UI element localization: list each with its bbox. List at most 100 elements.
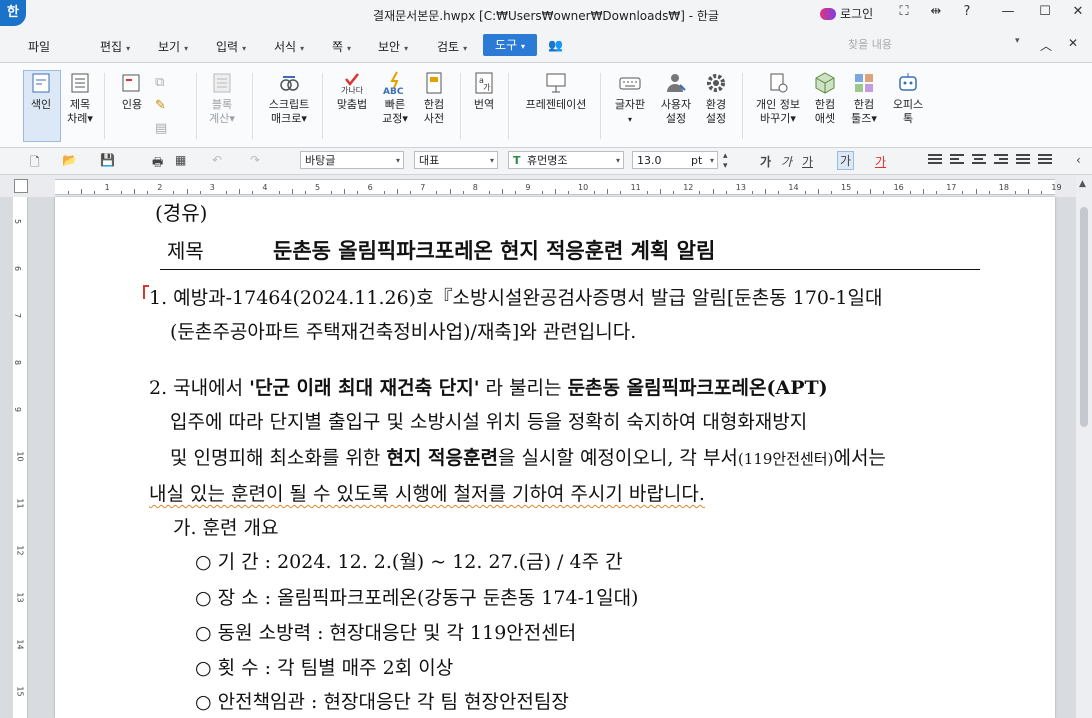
- ruler-tick: [594, 191, 596, 194]
- size-stepper-icon[interactable]: ▴ ▾: [723, 151, 728, 171]
- ruler-number: 14: [788, 183, 799, 192]
- vruler-number: 12: [15, 545, 25, 556]
- script-macro-icon: [280, 76, 299, 91]
- help-icon[interactable]: ?: [956, 4, 978, 19]
- align-center-icon[interactable]: [972, 154, 986, 166]
- menu-tools-active[interactable]: 도구 ▾: [483, 34, 537, 56]
- print-icon[interactable]: 🖶: [152, 153, 163, 174]
- close-button[interactable]: ✕: [1067, 4, 1089, 19]
- tab-type-toggle[interactable]: [14, 179, 28, 193]
- ruler-tick: [120, 191, 122, 194]
- preview-icon[interactable]: ▦: [175, 153, 186, 167]
- script-macro-button[interactable]: 스크립트 매크로▾: [264, 71, 314, 126]
- bold-icon[interactable]: 가: [760, 153, 771, 170]
- user-settings-button[interactable]: 사용자 설정: [656, 71, 696, 126]
- collapse-ribbon-icon[interactable]: ︿: [1040, 37, 1052, 54]
- maximize-button[interactable]: ☐: [1034, 4, 1056, 19]
- search-dropdown-icon[interactable]: ▾: [1015, 36, 1020, 46]
- quick-correct-button[interactable]: ABC 빠른 교정▾: [378, 71, 412, 126]
- close-doc-icon[interactable]: ✕: [1068, 36, 1078, 50]
- fullscreen-icon[interactable]: ⛶: [893, 4, 915, 19]
- toolbar-more-icon[interactable]: ‹: [1076, 153, 1081, 167]
- translate-button[interactable]: a가 번역: [468, 71, 500, 112]
- italic-icon[interactable]: 가: [781, 153, 792, 170]
- menu-review[interactable]: 검토 ▾: [437, 38, 467, 55]
- menu-format[interactable]: 서식 ▾: [274, 38, 304, 55]
- toc-button[interactable]: 제목 차례▾: [64, 71, 96, 126]
- style-select[interactable]: 바탕글 ▾: [300, 151, 404, 169]
- keyboard-button[interactable]: 글자판 ▾: [610, 71, 650, 127]
- citation-icon: [122, 74, 140, 92]
- chevron-down-icon: ▾: [347, 44, 352, 53]
- hancom-asset-button[interactable]: 한컴 애셋: [808, 71, 842, 126]
- font-color-icon[interactable]: 가: [875, 153, 886, 170]
- redo-icon[interactable]: ↷: [250, 153, 260, 167]
- menu-security[interactable]: 보안 ▾: [378, 38, 408, 55]
- menu-edit[interactable]: 편집 ▾: [100, 38, 130, 55]
- ruler-tick: [186, 189, 188, 194]
- paragraph-2-line-3: 및 인명피해 최소화를 위한 현지 적응훈련을 실시할 예정이오니, 각 부서(…: [170, 443, 886, 470]
- ruler-number: 4: [262, 183, 268, 192]
- align-justify-icon[interactable]: [928, 154, 942, 166]
- ribbon-separator: [742, 73, 743, 139]
- new-doc-icon[interactable]: 🗋: [30, 153, 40, 174]
- document-page[interactable]: (경유) 제목 둔촌동 올림픽파크포레온 현지 적응훈련 계획 알림 1. 예방…: [55, 197, 1055, 718]
- minimize-button[interactable]: —: [997, 4, 1019, 19]
- collaborate-icon[interactable]: 👥: [548, 38, 563, 52]
- menu-review-label: 검토: [437, 40, 460, 54]
- note-list-icon[interactable]: ▤: [155, 121, 167, 136]
- menu-view[interactable]: 보기 ▾: [158, 38, 188, 55]
- align-left-icon[interactable]: [950, 154, 964, 166]
- search-input[interactable]: 찾을 내용: [848, 36, 1026, 54]
- citation-button[interactable]: 인용: [116, 71, 148, 112]
- office-talk-button[interactable]: 오피스 톡: [888, 71, 928, 126]
- ruler-number: 1: [104, 183, 110, 192]
- ruler-scale[interactable]: 1 2 3 4 5 6 7 8 9 10 11 12 13 14 15 16 17 18 19: [55, 179, 1062, 195]
- ruler-tick: [857, 191, 859, 194]
- personal-info-button[interactable]: 개인 정보 바꾸기▾: [750, 71, 806, 126]
- underline-icon[interactable]: 가: [802, 153, 813, 170]
- undo-icon[interactable]: ↶: [212, 153, 222, 167]
- open-folder-icon[interactable]: 📂: [62, 153, 77, 167]
- split-view-icon[interactable]: ⇹: [925, 4, 947, 19]
- ruler-tick: [541, 191, 543, 194]
- ruler-tick: [830, 191, 832, 194]
- scroll-up-icon[interactable]: ▲: [1079, 179, 1086, 189]
- login-button[interactable]: 로그인: [820, 5, 873, 22]
- menu-security-label: 보안: [378, 40, 401, 54]
- vruler-number: 5: [13, 218, 23, 225]
- index-button[interactable]: 색인: [26, 71, 56, 112]
- font-size-unit: pt: [691, 154, 703, 167]
- block-calc-button[interactable]: 블록 계산▾: [206, 71, 238, 126]
- script-macro-label-2: 매크로▾: [271, 112, 307, 125]
- font-select[interactable]: T 휴먼명조 ▾: [508, 151, 624, 169]
- spellcheck-button[interactable]: 가나다 맞춤법: [332, 71, 372, 112]
- menu-file[interactable]: 파일: [28, 38, 50, 55]
- vertical-ruler[interactable]: 5 6 7 8 9 10 11 12 13 14 15: [13, 197, 28, 718]
- edit-note-icon[interactable]: ✎: [155, 98, 166, 113]
- language-select[interactable]: 대표 ▾: [414, 151, 498, 169]
- vruler-number: 10: [15, 451, 25, 462]
- personal-info-label-2: 바꾸기▾: [760, 112, 796, 125]
- align-right-icon[interactable]: [994, 154, 1008, 166]
- presentation-button[interactable]: 프레젠테이션: [520, 71, 592, 112]
- save-icon[interactable]: 💾: [100, 153, 115, 167]
- p2l3-center: (119안전센터): [737, 450, 834, 468]
- scroll-thumb[interactable]: [1080, 207, 1088, 427]
- menu-page[interactable]: 쪽 ▾: [332, 38, 351, 55]
- font-value: 휴먼명조: [527, 154, 568, 167]
- menu-format-label: 서식: [274, 40, 297, 54]
- hancom-dictionary-button[interactable]: 한컴 사전: [418, 71, 450, 126]
- environment-settings-button[interactable]: 환경 설정: [700, 71, 732, 126]
- align-divide-icon[interactable]: [1038, 154, 1052, 166]
- environment-settings-label-1: 환경: [705, 98, 727, 111]
- ribbon-separator: [322, 73, 323, 139]
- strikethrough-icon[interactable]: 가: [837, 151, 855, 170]
- menu-insert[interactable]: 입력 ▾: [216, 38, 246, 55]
- align-distribute-icon[interactable]: [1016, 154, 1030, 166]
- vertical-scrollbar[interactable]: ▲: [1076, 175, 1092, 718]
- copy-icon[interactable]: ⧉: [155, 75, 164, 90]
- hancom-tools-button[interactable]: 한컴 툴즈▾: [846, 71, 882, 126]
- quick-correct-label-1: 빠른: [384, 98, 406, 111]
- font-size-input[interactable]: 13.0 pt ▾: [632, 151, 718, 169]
